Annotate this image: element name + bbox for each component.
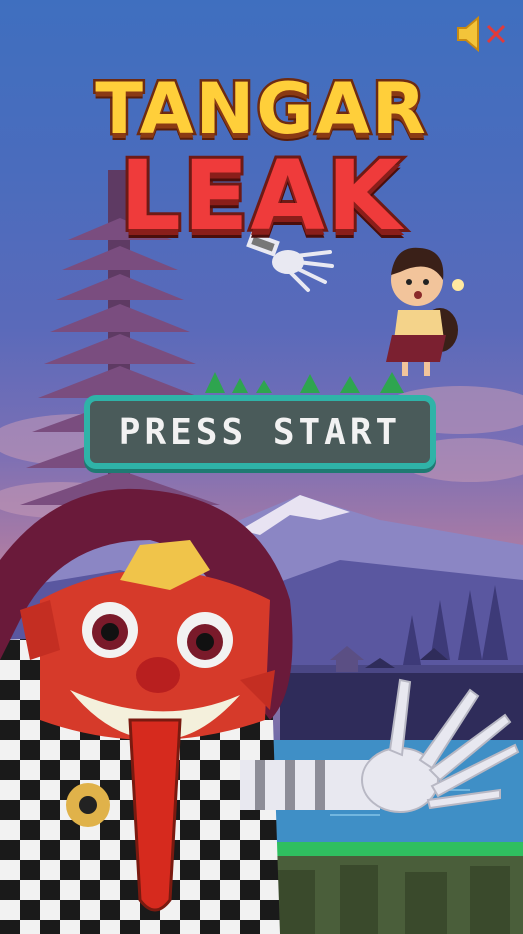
press-start-button[interactable]: PRESS START	[84, 395, 436, 469]
leak-tongue	[128, 718, 182, 912]
game-title-line1: TANGAR	[93, 66, 429, 153]
grass-tufts	[205, 372, 404, 393]
game-screen: TANGAR LEAK PRESS START	[0, 0, 523, 934]
speaker-muted-icon	[457, 15, 506, 53]
game-title-line2: LEAK	[117, 137, 404, 255]
press-start-label: PRESS START	[118, 411, 402, 453]
sound-toggle-button[interactable]	[456, 15, 510, 53]
girl-character	[386, 247, 464, 376]
